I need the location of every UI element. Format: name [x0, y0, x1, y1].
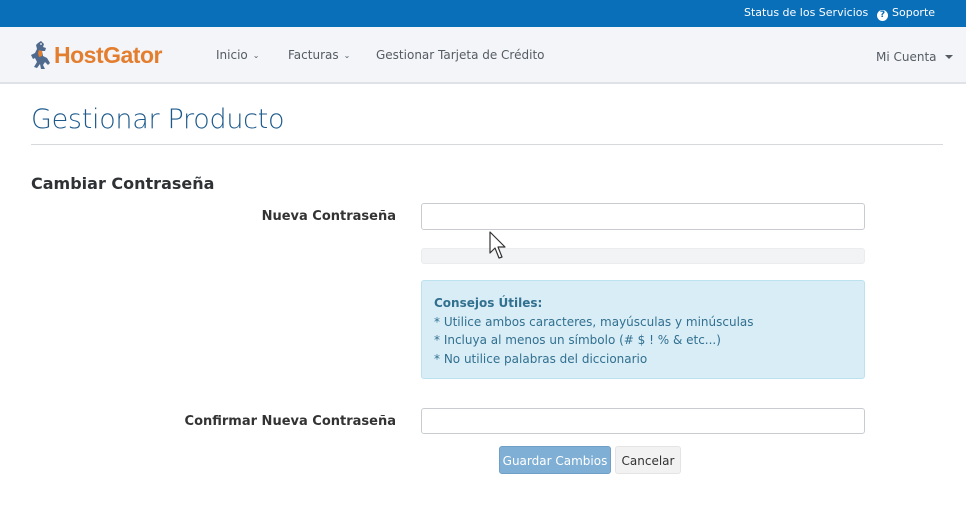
- confirm-password-label: Confirmar Nueva Contraseña: [184, 414, 396, 429]
- title-divider: [31, 144, 943, 145]
- service-status-link[interactable]: Status de los Servicios: [744, 0, 868, 27]
- nav-facturas[interactable]: Facturas ⌄: [288, 27, 350, 84]
- nav-cuenta-label: Mi Cuenta: [876, 50, 937, 64]
- cancel-button[interactable]: Cancelar: [615, 446, 681, 474]
- hostgator-logo[interactable]: HostGator: [31, 39, 162, 71]
- page-title: Gestionar Producto: [31, 104, 285, 135]
- chevron-down-icon: ⌄: [343, 51, 351, 60]
- new-password-field[interactable]: [421, 203, 865, 230]
- password-tips-box: Consejos Útiles: * Utilice ambos caracte…: [421, 280, 865, 379]
- support-label: Soporte: [892, 6, 936, 19]
- top-bar: Status de los Servicios ? Soporte: [0, 0, 966, 27]
- gator-mascot-icon: [31, 41, 50, 69]
- chevron-down-icon: ⌄: [252, 51, 260, 60]
- tips-title: Consejos Útiles:: [434, 296, 543, 310]
- nav-mi-cuenta[interactable]: Mi Cuenta: [876, 29, 953, 86]
- question-circle-icon: ?: [877, 10, 888, 21]
- nav-inicio[interactable]: Inicio ⌄: [216, 27, 259, 84]
- nav-inicio-label: Inicio: [216, 48, 248, 62]
- save-changes-button[interactable]: Guardar Cambios: [499, 446, 611, 474]
- password-strength-bar: [421, 248, 865, 264]
- tip-item: * No utilice palabras del diccionario: [434, 351, 648, 366]
- nav-gestionar-tarjeta[interactable]: Gestionar Tarjeta de Crédito: [376, 27, 545, 84]
- support-link[interactable]: ? Soporte: [877, 0, 935, 27]
- tip-item: * Utilice ambos caracteres, mayúsculas y…: [434, 314, 754, 329]
- section-title: Cambiar Contraseña: [31, 174, 215, 193]
- main-navbar: HostGator Inicio ⌄ Facturas ⌄ Gestionar Ta…: [0, 27, 966, 84]
- new-password-label: Nueva Contraseña: [261, 209, 396, 224]
- mouse-pointer-icon: [489, 231, 506, 259]
- tip-item: * Incluya al menos un símbolo (# $ ! % &…: [434, 333, 721, 347]
- nav-tarjeta-label: Gestionar Tarjeta de Crédito: [376, 48, 545, 62]
- confirm-password-field[interactable]: [421, 408, 865, 434]
- nav-facturas-label: Facturas: [288, 48, 339, 62]
- caret-down-icon: [944, 55, 953, 59]
- brand-name: HostGator: [54, 41, 162, 68]
